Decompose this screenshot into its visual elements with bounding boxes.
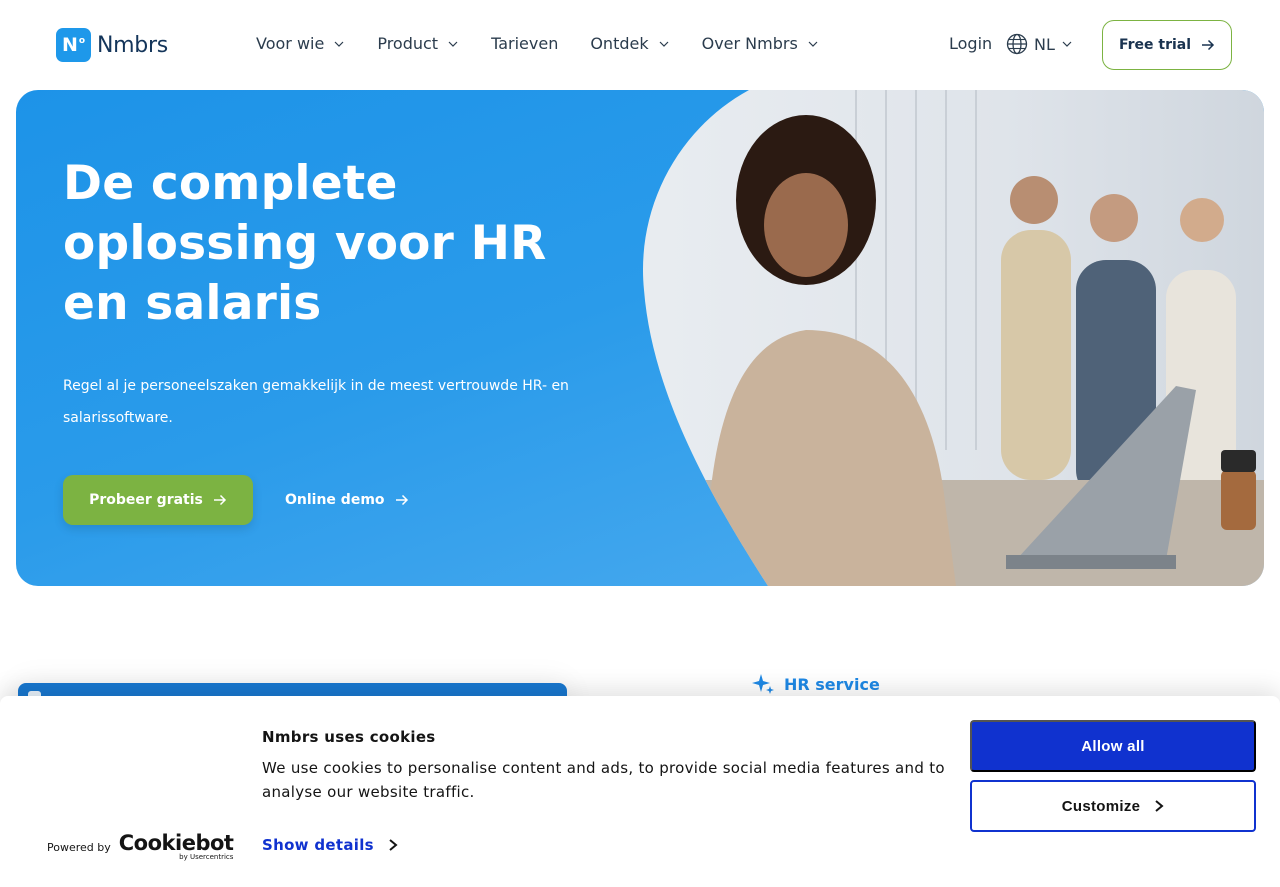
nav-item-product[interactable]: Product [377,34,459,53]
customize-button[interactable]: Customize [970,780,1256,832]
cookie-text: We use cookies to personalise content an… [262,759,945,801]
chevron-right-icon [1155,800,1164,812]
allow-all-button[interactable]: Allow all [970,720,1256,772]
hero-subtitle: Regel al je personeelszaken gemakkelijk … [63,378,569,426]
nav-item-ontdek[interactable]: Ontdek [590,34,669,53]
chevron-down-icon [659,41,669,47]
show-details-link[interactable]: Show details [262,836,398,854]
nav-item-label: Product [377,34,439,53]
logo-mark: No [56,28,91,62]
site-header: No Nmbrs Voor wie Product Tarieven Ontde… [0,0,1280,90]
try-free-label: Probeer gratis [89,492,203,508]
cookie-banner: Powered by Cookiebot by Usercentrics Nmb… [0,696,1280,887]
language-label: NL [1034,34,1055,54]
customize-label: Customize [1061,797,1141,815]
globe-icon [1006,33,1028,55]
chevron-down-icon [1062,41,1072,47]
sparkle-icon [752,674,774,694]
login-link[interactable]: Login [949,34,992,53]
arrow-right-icon [395,494,408,506]
chevron-down-icon [808,41,818,47]
try-free-button[interactable]: Probeer gratis [63,475,253,525]
cookie-title: Nmbrs uses cookies [262,728,436,746]
powered-by-cookiebot[interactable]: Powered by Cookiebot by Usercentrics [47,831,234,862]
nav-item-label: Ontdek [590,34,649,53]
nav-item-label: Tarieven [491,34,559,53]
hero-title: De complete oplossing voor HR en salaris [63,156,547,331]
main-nav: Voor wie Product Tarieven Ontdek Over Nm… [256,34,819,53]
nav-item-label: Over Nmbrs [701,34,798,53]
cookiebot-logo: Cookiebot by Usercentrics [118,831,234,862]
powered-by-label: Powered by [47,840,111,854]
free-trial-label: Free trial [1118,37,1192,53]
show-details-label: Show details [262,836,374,854]
chevron-down-icon [334,41,344,47]
chevron-down-icon [448,41,458,47]
nmbrs-logo[interactable]: No Nmbrs [56,28,168,62]
arrow-right-icon [1202,39,1215,51]
free-trial-button[interactable]: Free trial [1102,20,1232,70]
language-selector[interactable]: NL [1006,33,1073,55]
logo-text: Nmbrs [97,32,168,58]
hero-section: De complete oplossing voor HR en salaris… [16,90,1264,586]
chevron-right-icon [389,839,398,851]
online-demo-link[interactable]: Online demo [285,475,409,525]
hr-service-eyebrow: HR service [752,673,880,695]
nav-item-over-nmbrs[interactable]: Over Nmbrs [702,34,819,53]
nav-item-voor-wie[interactable]: Voor wie [256,34,345,53]
nav-item-label: Voor wie [256,34,325,53]
nav-item-tarieven[interactable]: Tarieven [491,34,558,53]
online-demo-label: Online demo [285,492,385,508]
arrow-right-icon [213,494,226,506]
hr-service-label: HR service [784,674,880,694]
cookiebot-name: Cookiebot [118,831,234,855]
